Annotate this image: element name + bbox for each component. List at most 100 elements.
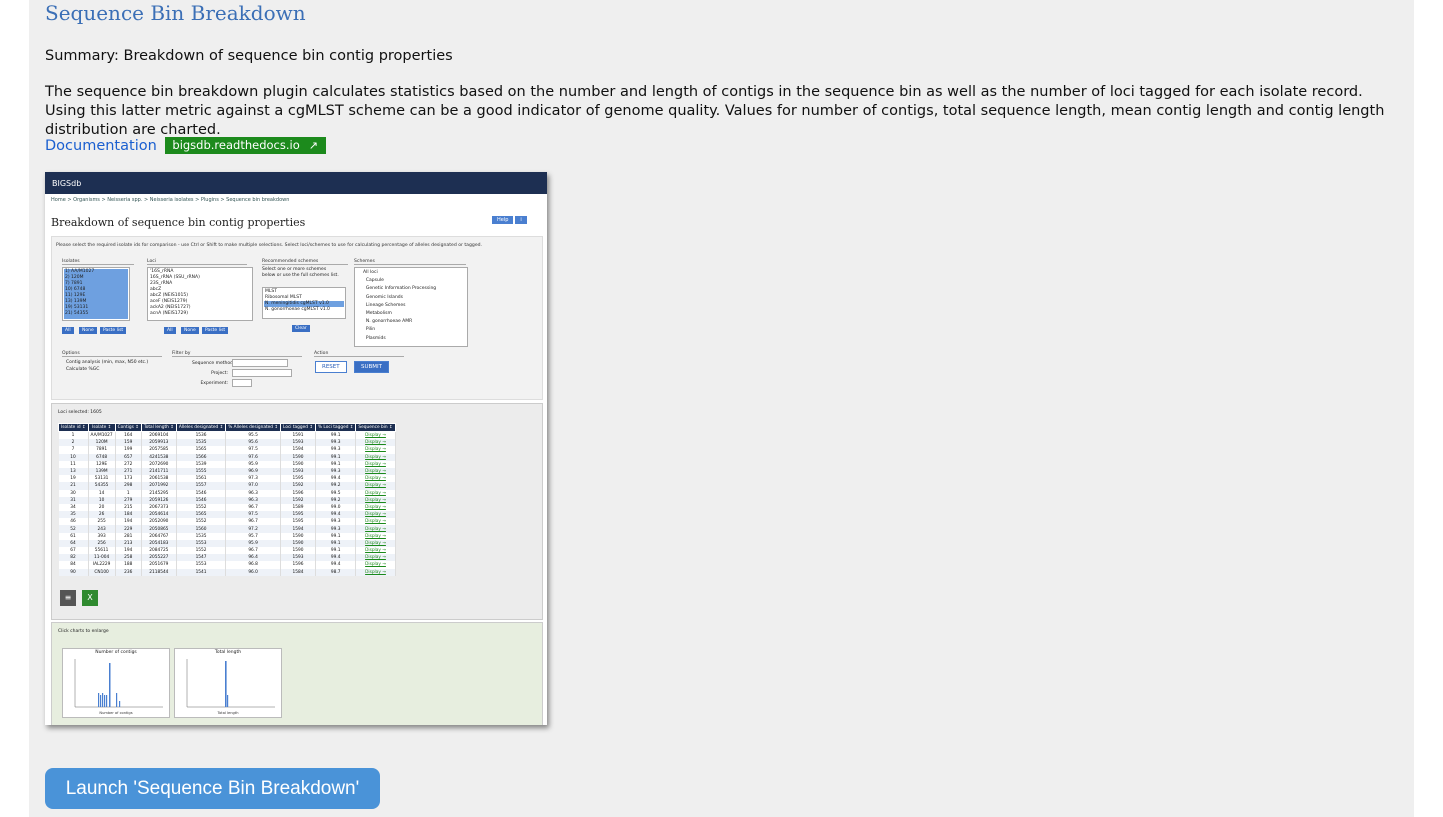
preview-table-row: 64 256 213 2054183 1553 95.9 1590 99.1 Display → [58, 539, 396, 547]
preview-table-cell: Display → [355, 453, 396, 461]
preview-table-row: 11 129E 272 2072690 1539 95.9 1590 99.1 Display … [58, 460, 396, 468]
preview-table-cell: 1589 [280, 503, 316, 512]
preview-table-cell: 84 [58, 561, 89, 569]
preview-table-cell: 1565 [176, 511, 227, 519]
preview-table-cell: 173 [115, 475, 142, 483]
preview-loci-selected: Loci selected: 1605 [58, 410, 102, 415]
preview-filter-select-method [232, 359, 288, 367]
preview-table-cell: 99.3 [315, 446, 357, 454]
preview-table-cell: 97.5 [225, 446, 281, 454]
preview-table-cell: 99.1 [315, 539, 357, 547]
page-title: Sequence Bin Breakdown [45, 1, 306, 25]
external-link-icon: ↗ [308, 139, 318, 152]
preview-table-row: 21 54355 298 2071992 1557 97.0 1592 99.2 Display… [58, 482, 396, 490]
preview-table-cell: Display → [355, 511, 396, 519]
preview-table-row: 46 255 194 2052090 1552 96.7 1595 99.3 Display → [58, 518, 396, 526]
documentation-link[interactable]: Documentation [45, 138, 157, 154]
preview-table-cell: 95.5 [225, 431, 281, 440]
preview-table-cell: 2141711 [141, 467, 177, 476]
preview-table-cell: 54355 [88, 482, 116, 490]
preview-table-cell: 2118544 [141, 568, 177, 576]
preview-table-cell: 1 [115, 489, 142, 497]
preview-table-cell: 2054614 [141, 511, 177, 519]
preview-table-cell: 1 [58, 431, 89, 440]
preview-table-cell: 61 [58, 532, 89, 540]
preview-table-cell: Display → [355, 518, 396, 526]
preview-action-label: Action [314, 351, 404, 357]
preview-help-button: Help [492, 216, 514, 224]
preview-table-cell: 229 [115, 525, 142, 533]
preview-table-cell: 99.3 [315, 439, 357, 447]
preview-table-row: 82 11-004 258 2055227 1547 96.4 1593 99.4 Displa… [58, 554, 396, 562]
preview-table-cell: 2057585 [141, 446, 177, 454]
preview-table-cell: 243 [88, 525, 116, 533]
preview-table-cell: 199 [115, 446, 142, 454]
preview-table-cell: 1555 [176, 467, 227, 476]
preview-table-cell: Display → [355, 532, 396, 540]
preview-table-cell: 95.9 [225, 460, 281, 468]
preview-table-cell: 95.9 [225, 539, 281, 547]
preview-table-cell: 99.2 [315, 482, 357, 490]
preview-table-cell: Display → [355, 482, 396, 490]
preview-table-header: Sequence bin ↕ [355, 423, 396, 432]
preview-table-cell: 99.3 [315, 518, 357, 526]
preview-table-header: Contigs ↕ [114, 423, 142, 432]
preview-chart-length: Total length Total length [174, 648, 282, 718]
preview-loci-paste-button: Paste list [202, 327, 229, 334]
preview-table-cell: 13 [58, 467, 89, 476]
preview-table-cell: 96.0 [225, 568, 281, 576]
preview-recommended-label: Recommended schemes [262, 259, 348, 265]
preview-table-cell: Display → [355, 503, 396, 512]
preview-table-cell: 52 [58, 525, 89, 533]
preview-table-row: 1 AA/M1027 164 2069104 1536 95.5 1591 99.1 Displ… [58, 431, 396, 440]
preview-table-row: 30 14 1 2145295 1546 96.3 1596 99.5 Display → [58, 489, 396, 497]
preview-table-cell: 281 [115, 532, 142, 540]
preview-table-cell: 99.3 [315, 525, 357, 533]
preview-table-row: 35 26 184 2054614 1565 97.5 1595 99.4 Display → [58, 511, 396, 519]
preview-table-cell: 97.2 [225, 525, 281, 533]
preview-table-cell: 64 [58, 539, 89, 547]
plugin-screenshot[interactable]: BIGSdb Home > Organisms > Neisseria spp.… [45, 172, 547, 725]
preview-table-cell: Display → [355, 525, 396, 533]
preview-table-cell: 120M [88, 439, 116, 447]
preview-chart-length-svg [186, 659, 275, 708]
preview-table-cell: 96.4 [225, 554, 281, 562]
preview-table-row: 52 243 229 2050865 1560 97.2 1594 99.3 Display → [58, 525, 396, 533]
preview-breadcrumb: Home > Organisms > Neisseria spp. > Neis… [51, 197, 290, 203]
preview-table-cell: 236 [115, 568, 142, 576]
preview-table-cell: 256 [88, 539, 116, 547]
preview-results-section: Loci selected: 1605 Isolate id ↕ Isolate … [51, 403, 543, 620]
preview-table-cell: 2145295 [141, 489, 177, 497]
launch-plugin-button[interactable]: Launch 'Sequence Bin Breakdown' [45, 768, 380, 809]
preview-table-cell: 1593 [280, 554, 316, 562]
preview-table-row: 31 10 279 2059126 1546 96.3 1592 99.2 Display → [58, 496, 396, 504]
preview-submit-button: SUBMIT [354, 361, 390, 373]
preview-table-cell: Display → [355, 446, 396, 454]
preview-isolates-all-button: All [62, 327, 74, 334]
preview-table-cell: 1553 [176, 561, 227, 569]
preview-table-row: 10 6748 657 4241538 1566 97.6 1590 99.1 Display … [58, 453, 396, 461]
preview-table-cell: 97.6 [225, 453, 281, 461]
preview-table-cell: 188 [115, 561, 142, 569]
preview-reset-button: RESET [315, 361, 347, 373]
preview-table-cell: 99.0 [315, 503, 357, 512]
documentation-badge[interactable]: bigsdb.readthedocs.io ↗ [165, 137, 326, 154]
preview-table-cell: 1561 [176, 475, 227, 483]
preview-table-cell: 11 [58, 460, 89, 468]
preview-isolates-label: Isolates [62, 259, 134, 265]
preview-table-cell: 1590 [280, 532, 316, 540]
preview-table-cell: Display → [355, 431, 396, 440]
preview-table-cell: 95.6 [225, 439, 281, 447]
preview-options-items: Contig analysis (min, max, N50 etc.) Cal… [66, 360, 149, 372]
preview-table-cell: 2050865 [141, 525, 177, 533]
preview-table-row: 19 53131 173 2061538 1561 97.3 1595 99.4 Display… [58, 475, 396, 483]
preview-table-cell: Display → [355, 496, 396, 504]
preview-table-row: 61 393 281 2064767 1535 95.7 1590 99.1 Display → [58, 532, 396, 540]
preview-chart-length-xlabel: Total length [217, 711, 239, 715]
preview-table-cell: 4241538 [141, 453, 177, 461]
preview-table-cell: 1592 [280, 496, 316, 504]
preview-table-cell: 2059126 [141, 496, 177, 504]
preview-table-cell: 98.7 [315, 568, 357, 576]
preview-help-buttons: Help i [490, 206, 527, 225]
preview-table-cell: 21 [58, 482, 89, 490]
